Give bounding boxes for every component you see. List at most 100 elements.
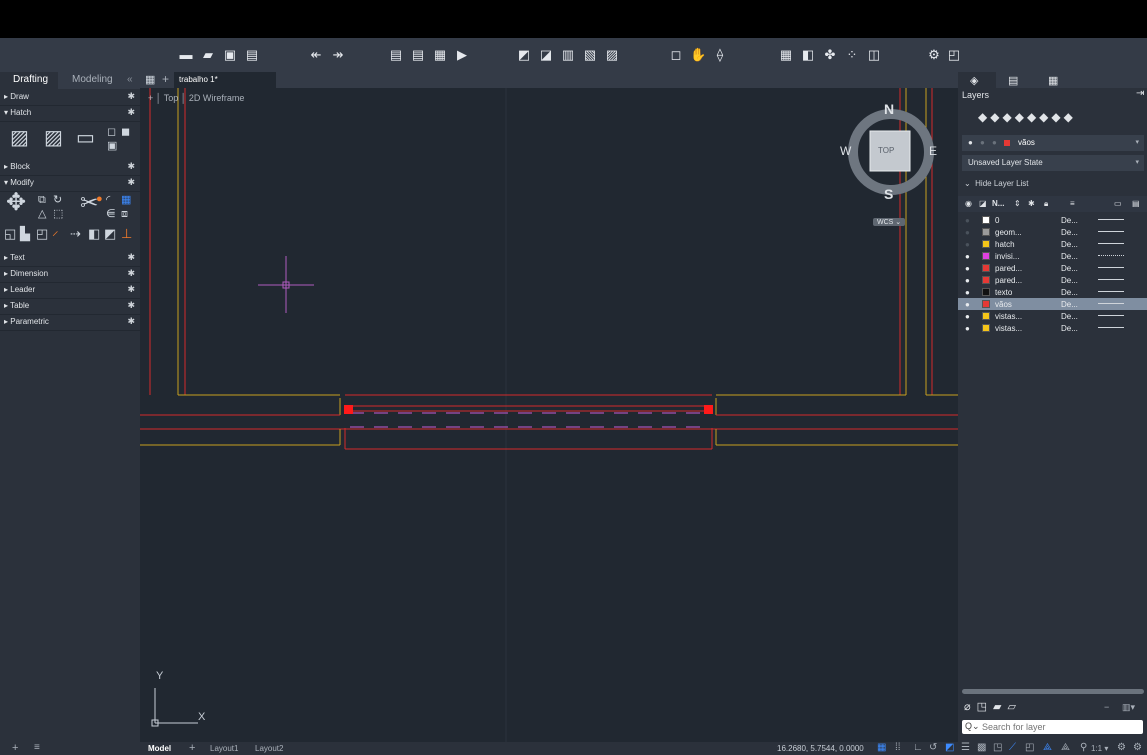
layer-row[interactable]: ● hatch De... [958, 238, 1147, 250]
eye-icon[interactable]: ◉ [965, 199, 972, 208]
design-center-icon[interactable]: ◧ [800, 47, 816, 63]
layer-row[interactable]: ● texto De... [958, 286, 1147, 298]
workspace-icon[interactable]: ⚙ [926, 47, 942, 63]
open-folder-icon[interactable]: ▰ [200, 47, 216, 63]
layer-color-swatch[interactable] [982, 252, 990, 260]
section-leader[interactable]: ▸ Leader ✱ [0, 282, 140, 299]
layer-group-icon[interactable]: ◳ [977, 701, 993, 713]
visibility-toggle-icon[interactable]: ● [965, 312, 970, 321]
section-block[interactable]: ▸ Block ✱ [0, 159, 140, 176]
panel-expand-icon[interactable]: ⇥ [1136, 88, 1144, 99]
layer-linetype[interactable]: De... [1061, 300, 1078, 309]
lineweight-column-icon[interactable]: ▭ [1114, 199, 1122, 208]
grid-toggle-icon[interactable]: ▦ [877, 742, 886, 753]
layer-linetype[interactable]: De... [1061, 228, 1078, 237]
boundary-icon[interactable]: ▭ [76, 128, 95, 148]
grip-point[interactable] [704, 405, 713, 414]
match-properties-icon[interactable]: ◩ [516, 47, 532, 63]
layer-color-swatch[interactable] [982, 300, 990, 308]
current-column-icon[interactable]: ◪ [979, 199, 987, 208]
edit-polyline-icon[interactable]: ◩ [104, 226, 116, 242]
markup-icon[interactable]: ⁘ [844, 47, 860, 63]
freeze-column-icon[interactable]: ✱ [1028, 199, 1035, 208]
visibility-toggle-icon[interactable]: ● [965, 240, 970, 249]
lengthen-icon[interactable]: ⇢ [70, 226, 81, 242]
layer-lineweight[interactable] [1098, 267, 1124, 268]
visibility-toggle-icon[interactable]: ● [965, 216, 970, 225]
tool-palettes-icon[interactable]: ✤ [822, 47, 838, 63]
viewport-controls[interactable]: + │ Top │ 2D Wireframe [148, 93, 244, 103]
align-icon[interactable]: ◧ [88, 226, 100, 242]
layer-manager-icon[interactable]: ▧ [582, 47, 598, 63]
visibility-toggle-icon[interactable]: ● [965, 252, 970, 261]
collapse-icon[interactable]: − [1104, 702, 1109, 712]
layer-unisolate-icon[interactable]: ◆ [1027, 110, 1039, 124]
visibility-toggle-icon[interactable]: ● [965, 228, 970, 237]
layer-state-dropdown[interactable]: Unsaved Layer State ▾ [962, 155, 1144, 171]
section-text[interactable]: ▸ Text ✱ [0, 250, 140, 267]
properties-tab-icon[interactable]: ▤ [1008, 74, 1018, 87]
layer-lineweight[interactable] [1098, 291, 1124, 292]
explode-icon[interactable]: ◱ [4, 226, 16, 242]
model-tab[interactable]: Model [148, 744, 171, 753]
layers-tab-icon[interactable]: ◈ [970, 74, 978, 87]
plot-column-icon[interactable]: ▤ [1132, 199, 1140, 208]
print-icon[interactable]: ▤ [388, 47, 404, 63]
gear-icon[interactable]: ✱ [127, 252, 135, 263]
grip-point[interactable] [344, 405, 353, 414]
gear-icon[interactable]: ✱ [127, 284, 135, 295]
pan-hand-icon[interactable]: ✋ [690, 47, 706, 63]
layer-row[interactable]: ● geom... De... [958, 226, 1147, 238]
visibility-toggle-icon[interactable]: ● [965, 300, 970, 309]
customize-icon[interactable]: ◰ [946, 47, 962, 63]
layer-linetype[interactable]: De... [1061, 240, 1078, 249]
layer-tools-row[interactable]: ◆◆◆◆◆◆◆◆ [978, 110, 1076, 124]
layer-search-input[interactable] [982, 720, 1137, 734]
plot-icon[interactable]: ▤ [410, 47, 426, 63]
osnap-toggle-icon[interactable]: ◩ [945, 742, 954, 753]
wipeout-icon[interactable]: ◼ [121, 124, 130, 140]
section-draw[interactable]: ▸ Draw ✱ [0, 89, 140, 106]
blocks-tab-icon[interactable]: ▦ [1048, 74, 1058, 87]
layer-filter-icon[interactable]: ⌀ [964, 701, 977, 713]
folder-icon[interactable]: ▰ [993, 701, 1007, 713]
annotation-visibility-icon[interactable]: ◰ [1025, 742, 1034, 753]
join-icon[interactable]: ▙ [20, 226, 30, 242]
current-layer-dropdown[interactable]: ● ● ● vãos ▾ [962, 135, 1144, 151]
redo-icon[interactable]: ↠ [330, 47, 346, 63]
drawing-canvas[interactable]: + │ Top │ 2D Wireframe N S E W TOP WCS ⌄… [140, 88, 958, 742]
layer-lineweight[interactable] [1098, 219, 1124, 220]
wcs-menu[interactable]: WCS ⌄ [873, 218, 906, 226]
layer-unlock-icon[interactable]: ◆ [1051, 110, 1063, 124]
publish-icon[interactable]: ▦ [432, 47, 448, 63]
layer-color-swatch[interactable] [982, 216, 990, 224]
layer-row[interactable]: ● vãos De... [958, 298, 1147, 310]
layer-off-icon[interactable]: ◆ [1002, 110, 1014, 124]
workspace-switch-icon[interactable]: ⚙ [1117, 742, 1126, 753]
grid-view-icon[interactable]: ▦ [145, 73, 155, 86]
xref-icon[interactable]: ▥ [560, 47, 576, 63]
quick-calc-icon[interactable]: ◫ [866, 47, 882, 63]
tab-drafting[interactable]: Drafting [13, 74, 48, 85]
save-as-icon[interactable]: ▤ [244, 47, 260, 63]
section-parametric[interactable]: ▸ Parametric ✱ [0, 314, 140, 331]
properties-icon[interactable]: ▦ [778, 47, 794, 63]
layer-color-swatch[interactable] [982, 312, 990, 320]
layer-row[interactable]: ● invisi... De... [958, 250, 1147, 262]
layer-isolate-icon[interactable]: ◆ [1015, 110, 1027, 124]
visibility-toggle-icon[interactable]: ● [965, 264, 970, 273]
layer-row[interactable]: ● pared... De... [958, 274, 1147, 286]
customization-icon[interactable]: ⚙ [1133, 742, 1142, 753]
name-column-header[interactable]: N... [992, 199, 1004, 208]
layer-row[interactable]: ● pared... De... [958, 262, 1147, 274]
gear-icon[interactable]: ✱ [127, 177, 135, 188]
scale-dropdown[interactable]: 1:1 ▾ [1091, 744, 1108, 753]
layer-search[interactable]: Q⌄ [962, 720, 1143, 734]
layer-color-swatch[interactable] [982, 288, 990, 296]
layer-linetype[interactable]: De... [1061, 276, 1078, 285]
offset-icon[interactable]: ⋹ [106, 206, 116, 222]
horizontal-scrollbar[interactable] [962, 689, 1144, 694]
layout2-tab[interactable]: Layout2 [255, 744, 283, 753]
layer-linetype[interactable]: De... [1061, 216, 1078, 225]
visibility-toggle-icon[interactable]: ● [965, 288, 970, 297]
